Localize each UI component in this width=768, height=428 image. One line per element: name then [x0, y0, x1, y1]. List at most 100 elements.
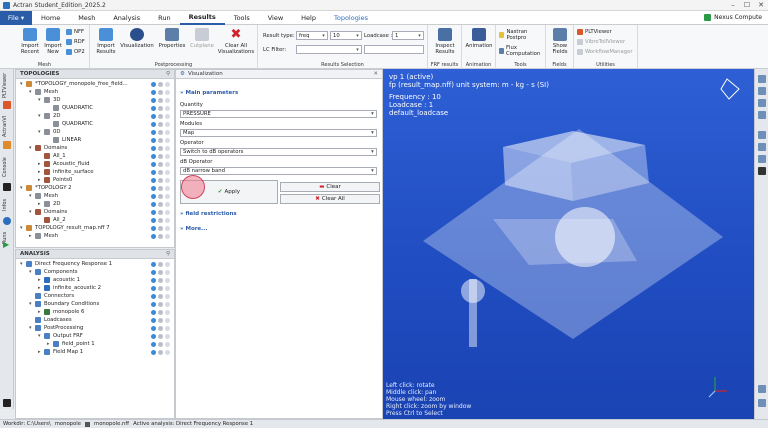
visibility-dot-icon[interactable] — [151, 225, 156, 231]
visibility-toggles[interactable] — [149, 137, 170, 143]
visibility-toggles[interactable] — [149, 169, 170, 175]
visibility-toggles[interactable] — [149, 161, 170, 167]
topologies-tree-row[interactable]: ▾ 0D — [38, 128, 60, 136]
visibility-toggles[interactable] — [149, 233, 170, 239]
analysis-tree-row[interactable]: Loadcases — [29, 316, 72, 324]
visibility-toggles[interactable] — [149, 333, 170, 339]
visibility-dot-icon[interactable] — [158, 105, 163, 111]
visibility-dot-icon[interactable] — [151, 89, 156, 95]
screenshot-icon[interactable] — [758, 385, 766, 393]
camera-icon[interactable] — [758, 167, 766, 175]
visibility-toggles[interactable] — [149, 153, 170, 159]
visibility-dot-icon[interactable] — [158, 97, 163, 103]
topologies-tree-row[interactable]: ▾ *TOPOLOGY 2 — [20, 184, 71, 192]
visibility-dot-icon[interactable] — [158, 209, 163, 215]
visibility-toggles[interactable] — [149, 325, 170, 331]
visibility-dot-icon[interactable] — [158, 277, 163, 283]
visibility-dot-icon[interactable] — [151, 169, 156, 175]
visibility-dot-icon[interactable] — [165, 269, 170, 275]
visibility-dot-icon[interactable] — [151, 137, 156, 143]
visibility-dot-icon[interactable] — [151, 341, 156, 347]
view-cube-icon[interactable] — [720, 78, 740, 100]
play-icon[interactable]: ▶ — [3, 241, 11, 249]
menu-view[interactable]: View — [259, 11, 292, 25]
more-section[interactable]: » More... — [180, 226, 207, 232]
visibility-dot-icon[interactable] — [151, 201, 156, 207]
close-tab-icon[interactable]: ✕ — [373, 71, 378, 77]
visibility-dot-icon[interactable] — [165, 293, 170, 299]
visibility-toggles[interactable] — [149, 341, 170, 347]
visibility-dot-icon[interactable] — [151, 349, 156, 355]
visibility-dot-icon[interactable] — [151, 113, 156, 119]
visibility-dot-icon[interactable] — [158, 145, 163, 151]
visibility-dot-icon[interactable] — [158, 89, 163, 95]
visibility-dot-icon[interactable] — [151, 105, 156, 111]
visibility-dot-icon[interactable] — [165, 105, 170, 111]
visibility-dot-icon[interactable] — [158, 137, 163, 143]
visibility-toggles[interactable] — [149, 121, 170, 127]
animation-button[interactable]: Animation — [464, 28, 494, 49]
visibility-dot-icon[interactable] — [151, 285, 156, 291]
visibility-dot-icon[interactable] — [158, 317, 163, 323]
visibility-dot-icon[interactable] — [151, 161, 156, 167]
visibility-toggles[interactable] — [149, 293, 170, 299]
visibility-toggles[interactable] — [149, 277, 170, 283]
visibility-toggles[interactable] — [149, 89, 170, 95]
db-operator-select[interactable]: dB narrow band ▾ — [180, 167, 377, 175]
lc-filter-select[interactable]: ▾ — [296, 45, 362, 54]
visualization-button[interactable]: Visualization — [120, 28, 154, 49]
view-top-icon[interactable] — [758, 99, 766, 107]
visibility-dot-icon[interactable] — [151, 145, 156, 151]
op2-button[interactable]: OP2 — [66, 49, 85, 55]
visibility-toggles[interactable] — [149, 145, 170, 151]
operator-select[interactable]: Switch to dB operators ▾ — [180, 148, 377, 156]
analysis-tree-row[interactable]: ▸ field_point 1 — [47, 340, 95, 348]
visibility-dot-icon[interactable] — [158, 349, 163, 355]
visibility-dot-icon[interactable] — [165, 81, 170, 87]
visibility-dot-icon[interactable] — [165, 233, 170, 239]
visibility-dot-icon[interactable] — [165, 169, 170, 175]
lc-filter-input[interactable] — [364, 45, 424, 54]
visibility-dot-icon[interactable] — [151, 233, 156, 239]
nff-button[interactable]: NFF — [66, 29, 84, 35]
visibility-dot-icon[interactable] — [165, 201, 170, 207]
loadcase-select[interactable]: 1 ▾ — [392, 31, 424, 40]
topologies-tree-row[interactable]: All_1 — [38, 152, 66, 160]
visibility-dot-icon[interactable] — [165, 193, 170, 199]
topologies-tree-row[interactable]: ▾ 3D — [38, 96, 60, 104]
visibility-dot-icon[interactable] — [165, 177, 170, 183]
analysis-tree-row[interactable]: ▾ PostProcessing — [29, 324, 83, 332]
visibility-dot-icon[interactable] — [165, 261, 170, 267]
visibility-dot-icon[interactable] — [151, 277, 156, 283]
visibility-dot-icon[interactable] — [158, 121, 163, 127]
analysis-tree-row[interactable]: ▸ infinite_acoustic 2 — [38, 284, 101, 292]
analysis-tree-row[interactable]: Connectors — [29, 292, 74, 300]
visibility-toggles[interactable] — [149, 97, 170, 103]
quantity-select[interactable]: PRESSURE ▾ — [180, 110, 377, 118]
visibility-toggles[interactable] — [149, 105, 170, 111]
inspect-results-button[interactable]: Inspect Results — [430, 28, 460, 55]
visibility-toggles[interactable] — [149, 209, 170, 215]
analysis-tree-row[interactable]: ▸ monopole 6 — [38, 308, 84, 316]
visibility-dot-icon[interactable] — [151, 81, 156, 87]
topologies-tree-row[interactable]: ▾ Domains — [29, 208, 67, 216]
menu-run[interactable]: Run — [149, 11, 179, 25]
view-bottom-icon[interactable] — [758, 111, 766, 119]
visibility-dot-icon[interactable] — [165, 137, 170, 143]
visibility-dot-icon[interactable] — [158, 161, 163, 167]
terminal-icon[interactable] — [3, 399, 11, 407]
pltviewer-button[interactable]: PLTViewer — [577, 29, 612, 35]
import-results-button[interactable]: Import Results — [94, 28, 118, 55]
visibility-dot-icon[interactable] — [151, 261, 156, 267]
analysis-tree-row[interactable]: ▸ Field Map 1 — [38, 348, 83, 356]
visibility-dot-icon[interactable] — [158, 113, 163, 119]
import-recent-button[interactable]: Import Recent — [18, 28, 42, 55]
clear-button[interactable]: ▬ Clear — [280, 182, 380, 192]
visibility-dot-icon[interactable] — [158, 261, 163, 267]
close-icon[interactable]: ✕ — [754, 1, 768, 9]
topologies-tree-row[interactable]: ▸ 2D — [38, 200, 60, 208]
visibility-toggles[interactable] — [149, 177, 170, 183]
visibility-toggles[interactable] — [149, 217, 170, 223]
visibility-dot-icon[interactable] — [165, 161, 170, 167]
visibility-dot-icon[interactable] — [151, 333, 156, 339]
